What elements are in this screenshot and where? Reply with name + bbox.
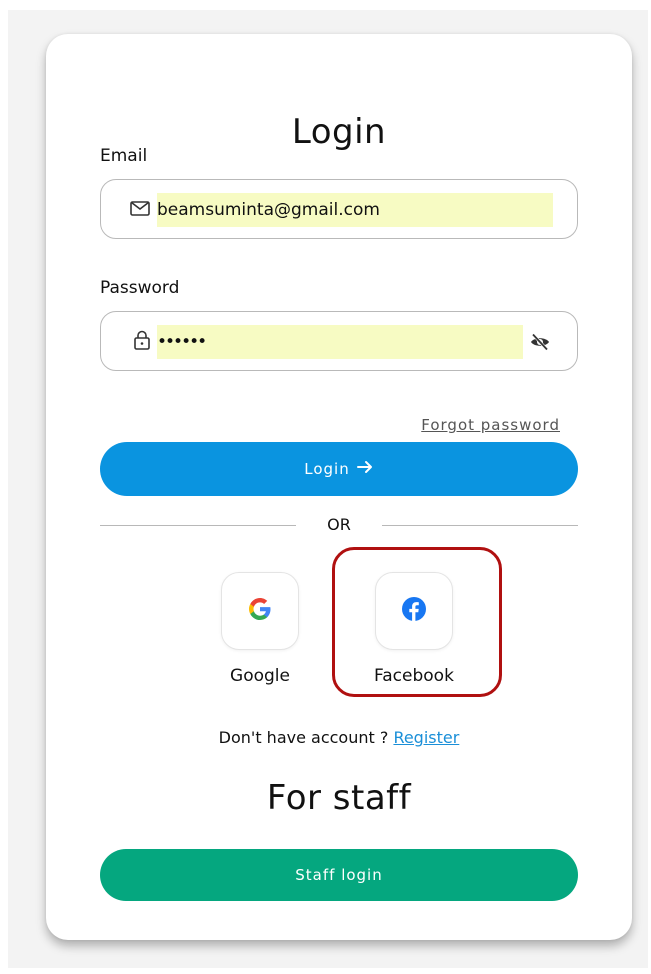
register-prompt: Don't have account ? Register (46, 728, 632, 747)
password-value: •••••• (157, 325, 523, 359)
login-button-label: Login (304, 460, 350, 478)
login-card: Login Email beamsuminta@gmail.com Passwo… (46, 34, 632, 940)
forgot-password-link[interactable]: Forgot password (421, 416, 560, 434)
google-login-button[interactable] (221, 572, 299, 650)
mail-icon (129, 197, 151, 219)
staff-section-title: For staff (266, 778, 412, 818)
arrow-right-icon (356, 459, 374, 480)
register-link[interactable]: Register (393, 728, 459, 747)
email-field[interactable]: beamsuminta@gmail.com (100, 179, 578, 239)
staff-login-label: Staff login (295, 866, 383, 884)
lock-icon (131, 329, 153, 351)
password-field[interactable]: •••••• (100, 311, 578, 371)
register-prompt-text: Don't have account ? (218, 728, 389, 747)
email-value: beamsuminta@gmail.com (157, 193, 553, 227)
email-label: Email (100, 146, 148, 166)
eye-off-icon[interactable] (529, 331, 551, 353)
password-label: Password (100, 278, 180, 298)
staff-login-button[interactable]: Staff login (100, 849, 578, 901)
google-icon (247, 596, 273, 626)
divider-right (382, 525, 578, 526)
facebook-highlight-box (332, 547, 502, 697)
login-button[interactable]: Login (100, 442, 578, 496)
google-label: Google (230, 666, 290, 686)
